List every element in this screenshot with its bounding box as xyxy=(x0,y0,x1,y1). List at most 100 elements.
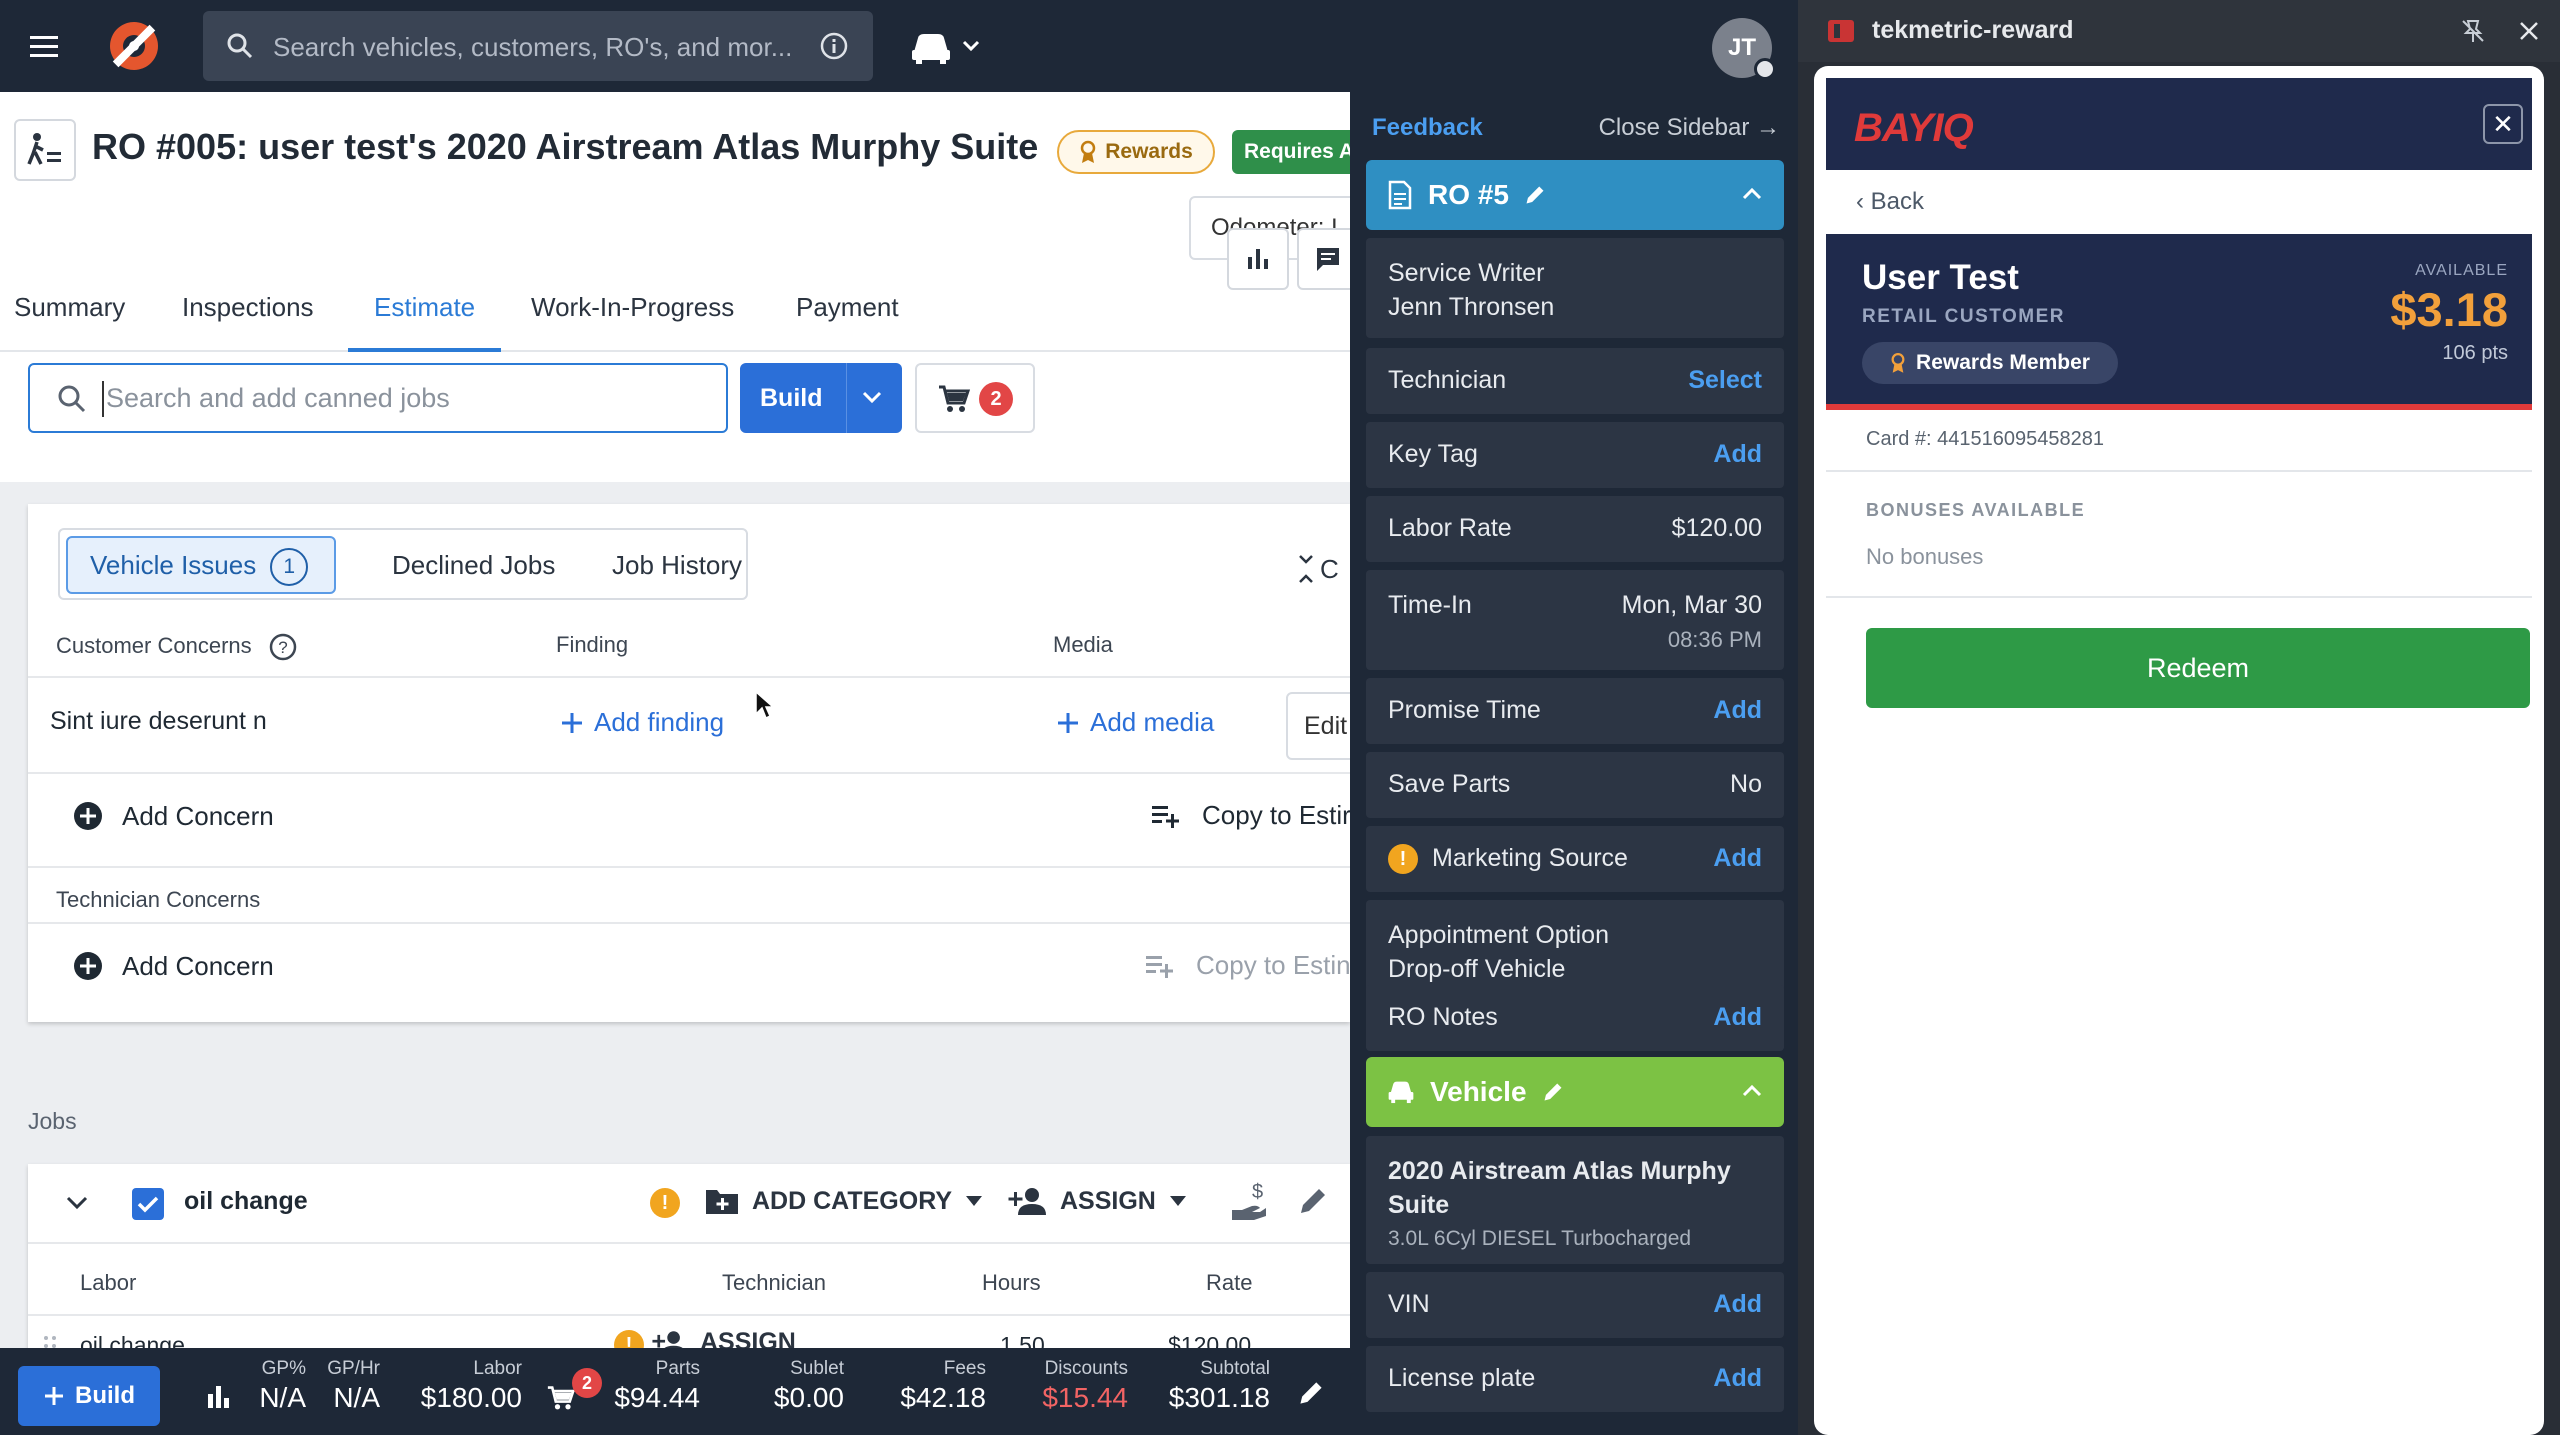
vehicle-section-header[interactable]: Vehicle xyxy=(1366,1057,1784,1127)
col-customer-concerns: Customer Concerns ? xyxy=(56,632,298,662)
concern-text: Sint iure deserunt n xyxy=(50,707,267,735)
add-finding-link[interactable]: Add finding xyxy=(560,707,724,738)
tab-payment[interactable]: Payment xyxy=(796,272,899,352)
save-parts-row[interactable]: Save Parts No xyxy=(1366,752,1784,818)
col-finding: Finding xyxy=(556,632,629,657)
svg-text:?: ? xyxy=(278,638,287,657)
license-plate-row: License plate Add xyxy=(1366,1346,1784,1412)
chevron-down-icon[interactable] xyxy=(64,1190,90,1216)
ro-status-icon[interactable] xyxy=(14,119,76,181)
tab-summary[interactable]: Summary xyxy=(14,272,125,352)
key-tag-add-link[interactable]: Add xyxy=(1713,440,1762,469)
service-writer-label: Service Writer xyxy=(1388,259,1545,287)
technician-label: Technician xyxy=(1388,366,1507,394)
add-concern-label: Add Concern xyxy=(122,950,274,981)
vehicle-issues-card: Vehicle Issues 1 Declined Jobs Job Histor… xyxy=(28,504,1350,1022)
caret-down-icon xyxy=(1169,1196,1186,1206)
stat-gp-hour-value: N/A xyxy=(333,1382,380,1413)
canned-jobs-search-input[interactable]: Search and add canned jobs xyxy=(28,363,728,433)
vin-add-link[interactable]: Add xyxy=(1713,1290,1762,1319)
job-name: oil change xyxy=(184,1187,308,1215)
add-media-link[interactable]: Add media xyxy=(1056,707,1214,738)
available-label: AVAILABLE xyxy=(2415,262,2508,279)
pencil-icon[interactable] xyxy=(1523,183,1547,207)
stat-gp-percent-value: N/A xyxy=(259,1382,306,1413)
chevron-up-icon[interactable] xyxy=(1740,1079,1764,1103)
feedback-link[interactable]: Feedback xyxy=(1372,114,1483,142)
redeem-button[interactable]: Redeem xyxy=(1866,628,2530,708)
pencil-icon[interactable] xyxy=(1541,1080,1565,1104)
promise-time-add-link[interactable]: Add xyxy=(1713,696,1762,725)
col-customer-concerns-label: Customer Concerns xyxy=(56,632,252,658)
close-icon[interactable] xyxy=(2516,18,2542,44)
technician-select-link[interactable]: Select xyxy=(1688,366,1762,395)
messages-button[interactable] xyxy=(1297,228,1350,290)
collapse-toggle[interactable]: C xyxy=(1296,554,1339,584)
profit-chart-button[interactable] xyxy=(1227,228,1289,290)
bar-chart-icon[interactable] xyxy=(206,1384,232,1410)
ro-notes-add-link[interactable]: Add xyxy=(1713,1003,1762,1032)
add-technician-concern-button[interactable]: Add Concern xyxy=(72,950,274,982)
stat-parts: Parts $94.44 xyxy=(590,1358,700,1414)
tab-vehicle-issues[interactable]: Vehicle Issues 1 xyxy=(66,536,336,594)
job-checkbox[interactable] xyxy=(132,1188,164,1220)
plus-icon xyxy=(45,1387,63,1405)
appointment-option-label: Appointment Option xyxy=(1388,921,1609,949)
reward-close-button[interactable]: ✕ xyxy=(2483,104,2523,144)
chevron-down-icon[interactable] xyxy=(860,387,884,409)
add-customer-concern-button[interactable]: Add Concern xyxy=(72,800,274,832)
tab-job-history[interactable]: Job History xyxy=(612,536,742,594)
edit-concern-button[interactable]: Edit xyxy=(1286,692,1350,760)
time-in-row[interactable]: Time-In Mon, Mar 30 08:36 PM xyxy=(1366,570,1784,670)
tab-declined-jobs[interactable]: Declined Jobs xyxy=(392,536,555,594)
assign-technician-button[interactable]: ASSIGN xyxy=(1008,1186,1188,1216)
tab-estimate[interactable]: Estimate xyxy=(348,272,502,352)
ro-sidebar: Feedback Close Sidebar → RO #5 Service W… xyxy=(1350,92,1798,1435)
copy-to-estimate-button[interactable]: Copy to Estir xyxy=(1150,800,1350,831)
vehicle-selector[interactable] xyxy=(908,22,988,70)
cart-button[interactable]: 2 xyxy=(915,363,1035,433)
tab-inspections[interactable]: Inspections xyxy=(182,272,314,352)
requires-approval-badge[interactable]: Requires A xyxy=(1232,130,1350,174)
collapse-label: C xyxy=(1320,554,1339,584)
col-labor: Labor xyxy=(80,1270,137,1295)
cart-icon[interactable] xyxy=(546,1384,576,1412)
add-category-label: ADD CATEGORY xyxy=(752,1186,952,1215)
stat-labor-value: $180.00 xyxy=(420,1382,522,1413)
bottom-build-button[interactable]: Build xyxy=(18,1366,160,1426)
cart-count-badge: 2 xyxy=(979,382,1013,416)
hamburger-menu-icon[interactable] xyxy=(22,27,68,67)
close-sidebar-button[interactable]: Close Sidebar → xyxy=(1599,114,1780,142)
pencil-icon[interactable] xyxy=(1296,1378,1326,1408)
jobs-heading: Jobs xyxy=(28,1108,77,1134)
ro-section-header[interactable]: RO #5 xyxy=(1366,160,1784,230)
info-icon[interactable] xyxy=(819,31,849,61)
close-icon: ✕ xyxy=(2492,108,2514,139)
divider xyxy=(28,866,1350,868)
vin-label: VIN xyxy=(1388,1290,1430,1318)
add-category-button[interactable]: ADD CATEGORY xyxy=(704,1186,984,1216)
unpin-icon[interactable] xyxy=(2460,18,2486,44)
service-writer-row[interactable]: Service Writer Jenn Thronsen xyxy=(1366,238,1784,338)
price-hand-icon[interactable]: $ xyxy=(1230,1180,1268,1222)
license-plate-add-link[interactable]: Add xyxy=(1713,1364,1762,1393)
tab-work-in-progress[interactable]: Work-In-Progress xyxy=(531,272,734,352)
chevron-up-icon[interactable] xyxy=(1740,182,1764,206)
plus-circle-icon xyxy=(74,802,102,830)
stat-fees: Fees $42.18 xyxy=(880,1358,986,1414)
marketing-source-add-link[interactable]: Add xyxy=(1713,844,1762,873)
customer-name: User Test xyxy=(1862,258,2019,297)
rewards-badge[interactable]: Rewards xyxy=(1057,130,1215,174)
col-rate: Rate xyxy=(1206,1270,1253,1295)
build-button[interactable]: Build xyxy=(740,363,902,433)
tekmetric-logo-icon[interactable] xyxy=(100,14,168,78)
labor-rate-row[interactable]: Labor Rate $120.00 xyxy=(1366,496,1784,562)
document-icon xyxy=(1388,180,1412,210)
help-icon[interactable]: ? xyxy=(268,632,298,662)
back-link[interactable]: ‹ Back xyxy=(1856,188,1924,216)
pencil-icon[interactable] xyxy=(1296,1184,1330,1218)
global-search-input[interactable]: Search vehicles, customers, RO's, and mo… xyxy=(203,11,873,81)
stat-discounts-value: $15.44 xyxy=(1042,1382,1128,1413)
divider xyxy=(28,772,1350,774)
customer-summary: User Test RETAIL CUSTOMER Rewards Member… xyxy=(1826,234,2532,410)
